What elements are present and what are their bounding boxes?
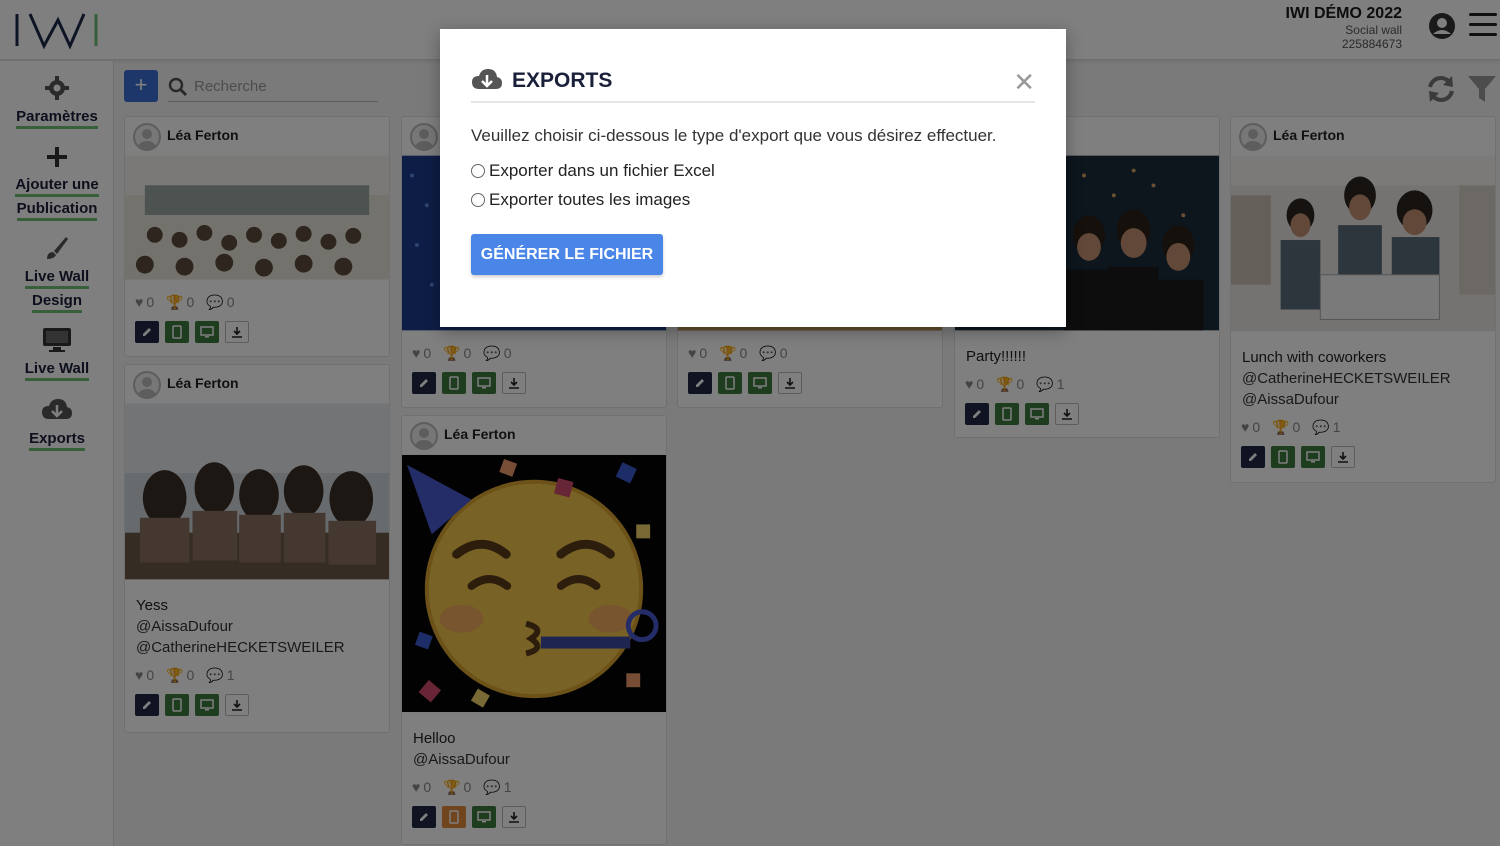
radio-images[interactable] xyxy=(471,193,485,207)
export-excel-option[interactable]: Exporter dans un fichier Excel xyxy=(471,161,715,181)
radio-excel[interactable] xyxy=(471,164,485,178)
export-images-option[interactable]: Exporter toutes les images xyxy=(471,190,690,210)
option-label: Exporter toutes les images xyxy=(489,190,691,209)
cloud-download-icon xyxy=(472,69,502,89)
close-icon[interactable]: ✕ xyxy=(1013,69,1035,95)
generate-file-button[interactable]: GÉNÉRER LE FICHIER xyxy=(471,234,663,275)
option-label: Exporter dans un fichier Excel xyxy=(489,161,715,180)
exports-modal: EXPORTS ✕ Veuillez choisir ci-dessous le… xyxy=(440,29,1066,327)
modal-header: EXPORTS ✕ xyxy=(471,67,1035,103)
modal-description: Veuillez choisir ci-dessous le type d'ex… xyxy=(471,126,997,145)
modal-title: EXPORTS xyxy=(512,69,613,92)
